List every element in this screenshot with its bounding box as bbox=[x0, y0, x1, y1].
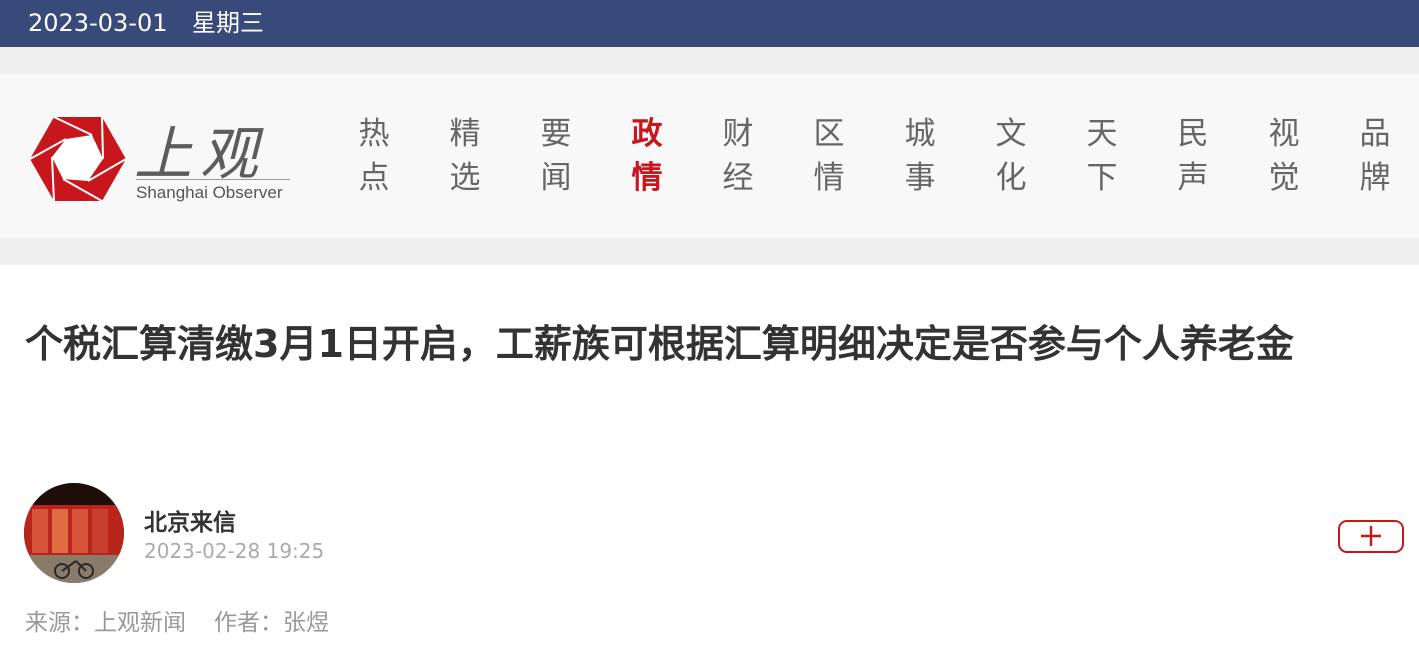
article-source: 来源：上观新闻 bbox=[25, 610, 186, 636]
top-date-bar: 2023-03-01 星期三 bbox=[0, 0, 1419, 47]
nav-label-bottom: 声 bbox=[1177, 160, 1209, 196]
nav-label-top: 财 bbox=[722, 116, 754, 152]
article-author: 作者：张煜 bbox=[214, 610, 329, 636]
site-logo[interactable]: 上观 Shanghai Observer bbox=[30, 113, 300, 213]
plus-icon bbox=[1361, 526, 1381, 546]
article-meta: 来源：上观新闻 作者：张煜 bbox=[25, 603, 329, 637]
nav-label-top: 热 bbox=[358, 116, 390, 152]
author-avatar[interactable] bbox=[24, 483, 124, 583]
nav-item-voices[interactable]: 民 声 bbox=[1173, 112, 1213, 200]
author-name[interactable]: 北京来信 bbox=[144, 503, 236, 537]
publish-time: 2023-02-28 19:25 bbox=[144, 539, 325, 563]
nav-item-city[interactable]: 城 事 bbox=[900, 112, 940, 200]
nav-label-bottom: 情 bbox=[813, 160, 845, 196]
nav-label-top: 政 bbox=[631, 116, 663, 152]
nav-label-bottom: 下 bbox=[1086, 160, 1118, 196]
nav-label-bottom: 觉 bbox=[1268, 160, 1300, 196]
nav-label-bottom: 点 bbox=[358, 160, 390, 196]
nav-label-top: 视 bbox=[1268, 116, 1300, 152]
nav-item-politics[interactable]: 政 情 bbox=[627, 112, 667, 200]
nav-label-top: 区 bbox=[813, 116, 845, 152]
nav-label-bottom: 牌 bbox=[1359, 160, 1391, 196]
nav-item-featured[interactable]: 精 选 bbox=[445, 112, 485, 200]
nav-item-visual[interactable]: 视 觉 bbox=[1264, 112, 1304, 200]
nav-label-bottom: 事 bbox=[904, 160, 936, 196]
nav-label-top: 文 bbox=[995, 116, 1027, 152]
nav-label-top: 民 bbox=[1177, 116, 1209, 152]
nav-item-brand[interactable]: 品 牌 bbox=[1355, 112, 1395, 200]
follow-button[interactable] bbox=[1338, 520, 1404, 553]
shanghai-observer-logo-mark bbox=[30, 116, 126, 202]
logo-divider bbox=[136, 179, 290, 180]
nav-item-hot[interactable]: 热 点 bbox=[354, 112, 394, 200]
nav-label-bottom: 闻 bbox=[540, 160, 572, 196]
nav-label-top: 精 bbox=[449, 116, 481, 152]
nav-item-world[interactable]: 天 下 bbox=[1082, 112, 1122, 200]
nav-item-news[interactable]: 要 闻 bbox=[536, 112, 576, 200]
logo-english-name: Shanghai Observer bbox=[136, 183, 283, 202]
article-title: 个税汇算清缴3月1日开启，工薪族可根据汇算明细决定是否参与个人养老金 bbox=[25, 322, 1294, 366]
nav-label-top: 要 bbox=[540, 116, 572, 152]
nav-item-district[interactable]: 区 情 bbox=[809, 112, 849, 200]
nav-label-top: 城 bbox=[904, 116, 936, 152]
current-date: 2023-03-01 bbox=[28, 9, 168, 37]
nav-label-bottom: 情 bbox=[631, 160, 663, 196]
nav-label-bottom: 选 bbox=[449, 160, 481, 196]
nav-label-bottom: 经 bbox=[722, 160, 754, 196]
nav-label-bottom: 化 bbox=[995, 160, 1027, 196]
nav-label-top: 品 bbox=[1359, 116, 1391, 152]
current-weekday: 星期三 bbox=[192, 9, 264, 37]
nav-item-culture[interactable]: 文 化 bbox=[991, 112, 1031, 200]
nav-label-top: 天 bbox=[1086, 116, 1118, 152]
nav-item-finance[interactable]: 财 经 bbox=[718, 112, 758, 200]
